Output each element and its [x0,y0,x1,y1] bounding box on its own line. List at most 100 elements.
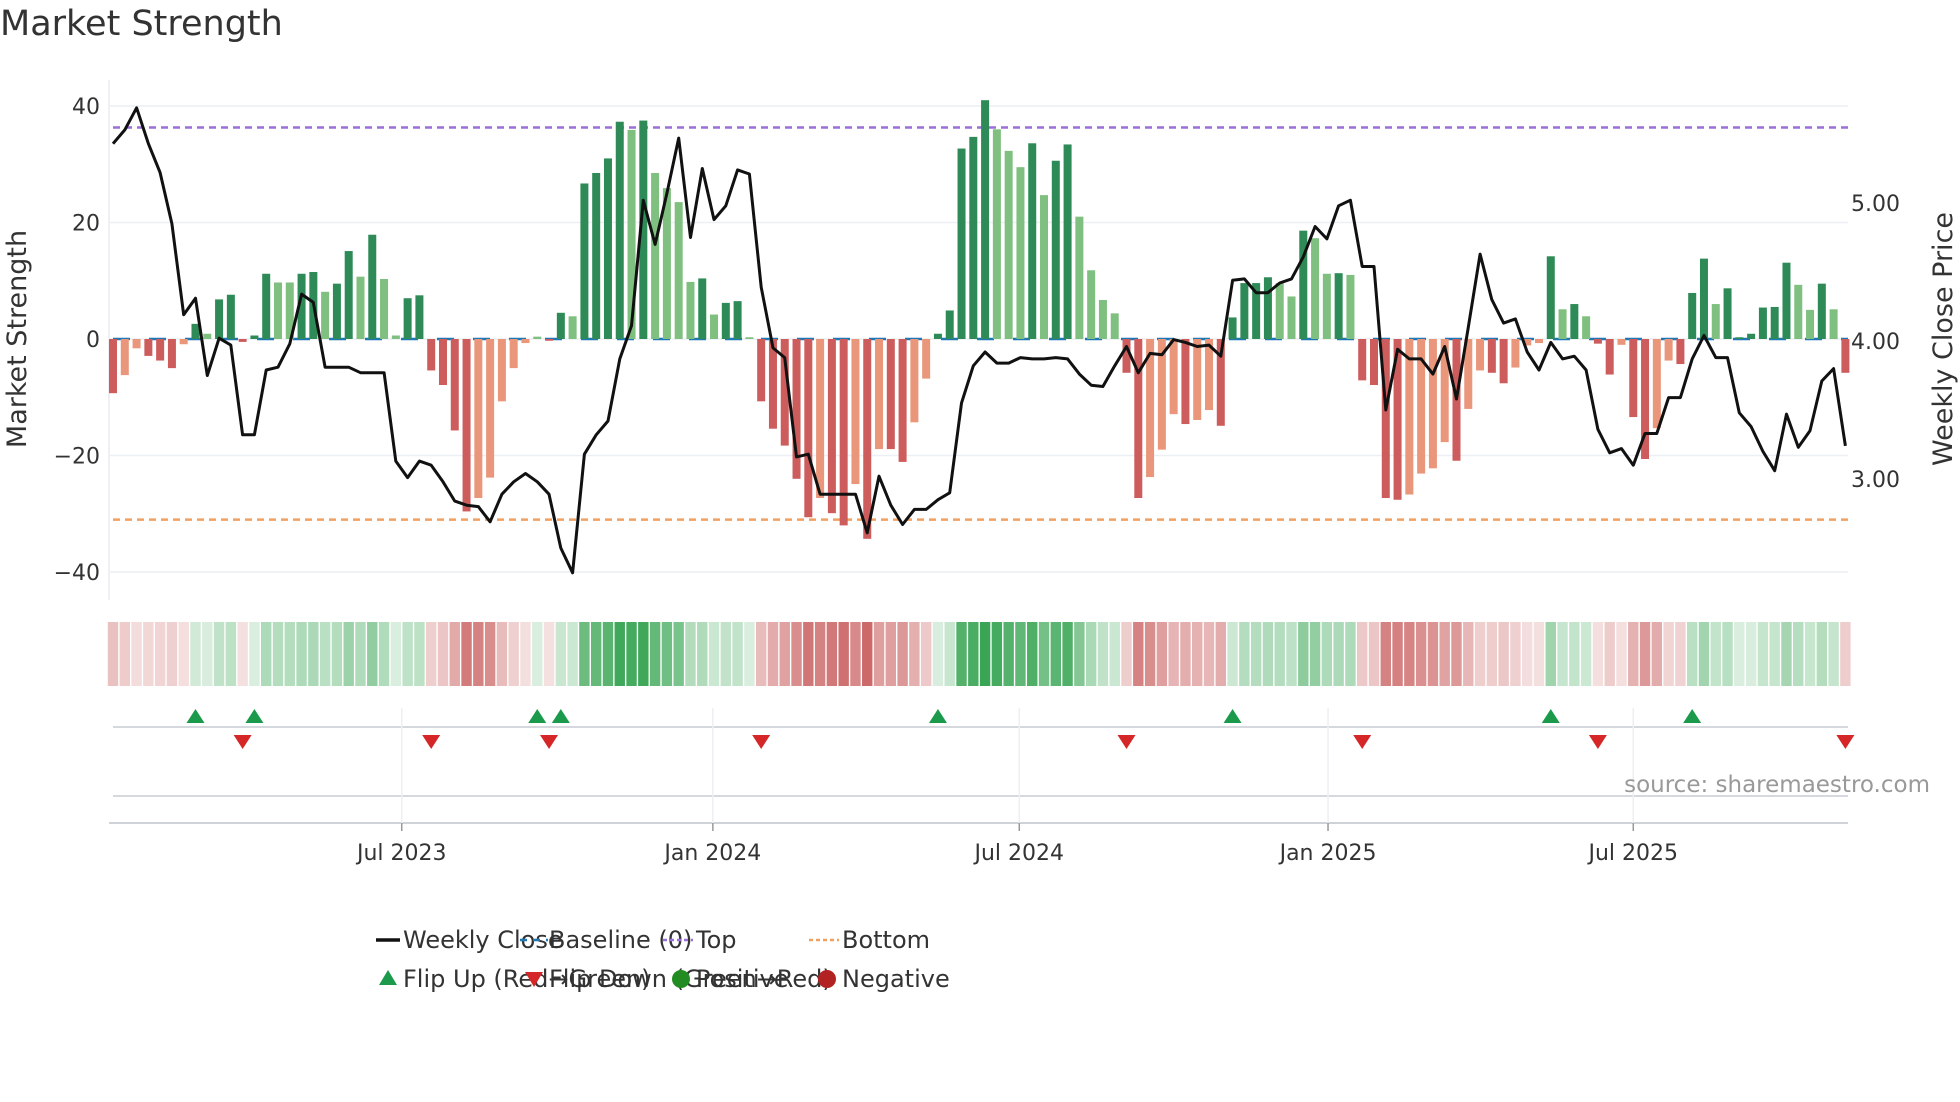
heat-cell [1745,622,1757,686]
heat-cell [661,622,673,686]
legend-label: Top [695,926,737,954]
strength-bar [933,333,942,339]
heat-cell [555,622,567,686]
strength-bar [886,339,895,450]
y-tick-label: 0 [86,328,100,353]
circle-icon [672,970,690,988]
strength-bar [1346,274,1355,339]
heat-cell [979,622,991,686]
y2-axis-label: Weekly Close Price [1928,212,1959,466]
heat-cell [1050,622,1061,686]
y-tick-label: −40 [54,561,100,586]
heat-cell [1804,622,1816,686]
heat-cell [1392,622,1403,686]
heat-cell [1333,622,1344,686]
strength-bar [438,339,447,386]
strength-bar [674,202,683,339]
strength-bar [957,148,966,339]
heat-cell [319,622,331,686]
heat-cell [1533,622,1545,686]
y2-tick-label: 3.00 [1851,468,1900,493]
heat-cell [1097,622,1109,686]
heat-cell [1781,622,1792,686]
strength-bar [1817,283,1826,339]
strength-bar [851,339,860,485]
strength-bar [1110,313,1119,339]
heat-cell [1227,622,1238,686]
heat-cell [1828,622,1839,686]
strength-bar [615,121,624,339]
strength-bar [580,183,589,339]
heat-cell [826,622,838,686]
heat-cell [1734,622,1745,686]
heat-cell [1510,622,1521,686]
strength-bar [1688,292,1697,339]
heat-cell [1710,622,1721,686]
heat-cell [390,622,402,686]
strength-bar [497,339,506,402]
strength-bar [1487,339,1496,373]
heat-cell [920,622,932,686]
strength-bar [1181,339,1190,425]
strength-bar [1558,309,1567,339]
heat-cell [1486,622,1498,686]
strength-bar [1311,238,1320,339]
strength-bar [945,310,954,339]
strength-bar [1546,256,1555,339]
heat-cell [1451,622,1462,686]
strength-bar [391,335,400,339]
strength-bar [969,136,978,339]
heat-cell [1628,622,1639,686]
heat-cell [1085,622,1097,686]
heat-cell [178,622,189,686]
strength-bar [132,339,141,349]
heat-cell [1262,622,1274,686]
strength-bar [533,336,542,339]
heat-cell [1675,622,1686,686]
strength-bar [167,339,176,369]
heat-cell [131,622,142,686]
strength-bar [462,339,471,512]
strength-bar [545,339,554,341]
strength-bar [120,339,129,376]
heat-cell [1192,622,1203,686]
heat-cell [237,622,248,686]
strength-bar [321,291,330,339]
x-tick-label: Jan 2024 [662,841,761,866]
heat-cell [720,622,732,686]
heat-cell [1274,622,1285,686]
heat-cell [767,622,779,686]
flip-down-marker [1353,735,1372,749]
heat-cell [579,622,590,686]
heat-cell [1133,622,1144,686]
strength-bar [651,172,660,339]
strength-bar [368,234,377,339]
heat-cell [838,622,849,686]
flip-up-marker [1223,709,1242,723]
heat-cell [378,622,390,686]
heat-cell [520,622,531,686]
heat-cell [1557,622,1568,686]
heat-cell [1298,622,1309,686]
market-strength-chart: 40 20 0 −20 −40 5.00 4.00 3.00 Market Strength We… [2,80,1959,993]
strength-bar [1582,316,1591,339]
strength-bar [827,339,836,514]
strength-bar [215,299,224,339]
strength-bar [1617,339,1626,345]
heat-cell [1604,622,1615,686]
strength-bar [262,273,271,339]
strength-bar [992,129,1001,339]
heat-cell [1357,622,1368,686]
strength-bar [450,339,459,431]
heat-cell [284,622,295,686]
heat-cell [1038,622,1050,686]
heat-cell [1439,622,1450,686]
strength-bar [427,339,436,371]
strength-bar [686,281,695,339]
strength-bar [768,339,777,429]
strength-bar [344,251,353,339]
strength-bar [509,339,518,369]
heat-cell [1286,622,1297,686]
strength-bar [1758,307,1767,339]
heat-cell [602,622,614,686]
